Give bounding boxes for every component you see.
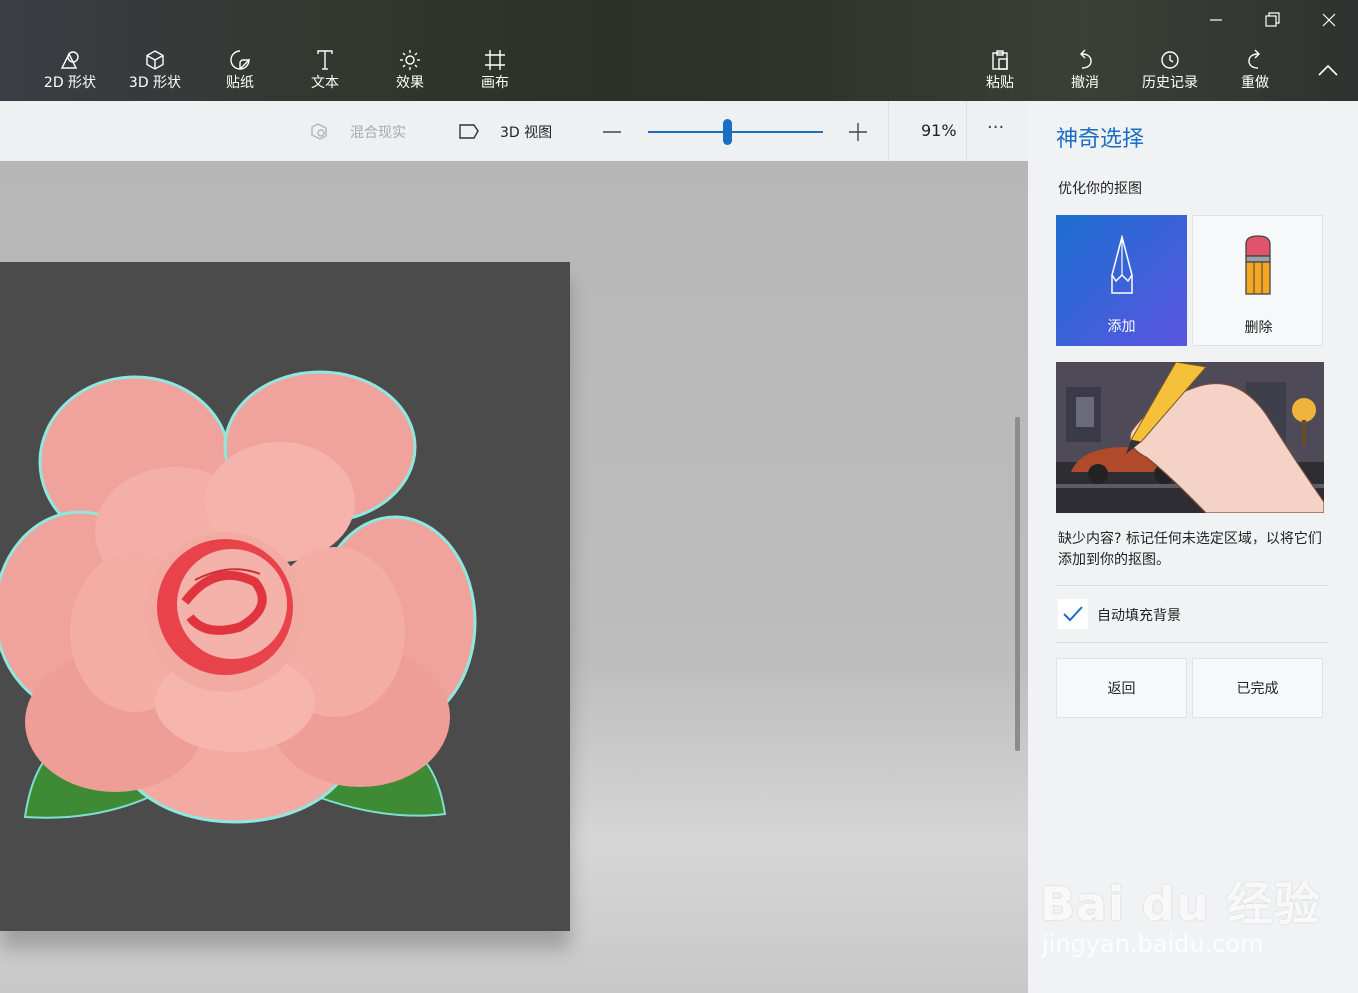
autofill-label: 自动填充背景 bbox=[1097, 608, 1181, 624]
tool-label: 画布 bbox=[481, 75, 509, 91]
zoom-level: 91% bbox=[921, 121, 957, 140]
minus-icon bbox=[603, 131, 621, 133]
tool-3d-shapes[interactable]: 3D 形状 bbox=[115, 48, 195, 96]
zoom-slider-track bbox=[648, 131, 823, 133]
divider bbox=[888, 101, 889, 161]
autofill-checkbox[interactable] bbox=[1058, 599, 1088, 629]
panel-title: 神奇选择 bbox=[1056, 127, 1145, 152]
add-label: 添加 bbox=[1107, 319, 1136, 335]
history-icon bbox=[1130, 48, 1210, 72]
divider bbox=[1056, 585, 1328, 586]
tool-label: 2D 形状 bbox=[43, 75, 97, 91]
redo-icon bbox=[1215, 48, 1295, 72]
paste-button[interactable]: 粘贴 bbox=[960, 48, 1040, 96]
add-button[interactable]: 添加 bbox=[1056, 215, 1187, 346]
plus-icon bbox=[849, 123, 867, 141]
tool-label: 贴纸 bbox=[226, 75, 254, 91]
back-button[interactable]: 返回 bbox=[1056, 658, 1187, 718]
done-button[interactable]: 已完成 bbox=[1192, 658, 1323, 718]
more-options-button[interactable]: ··· bbox=[987, 117, 1004, 138]
restore-icon bbox=[1265, 12, 1280, 27]
zoom-out-button[interactable] bbox=[600, 121, 624, 143]
mixed-reality-button[interactable]: 混合现实 bbox=[308, 119, 418, 145]
tool-label: 文本 bbox=[311, 75, 339, 91]
effects-icon bbox=[370, 48, 450, 72]
illustration-image bbox=[1056, 362, 1324, 513]
view-3d-label: 3D 视图 bbox=[500, 125, 553, 141]
remove-label: 删除 bbox=[1244, 320, 1273, 336]
redo-button[interactable]: 重做 bbox=[1215, 48, 1295, 96]
tool-canvas[interactable]: 画布 bbox=[455, 48, 535, 96]
vertical-scrollbar[interactable] bbox=[1015, 417, 1020, 751]
hand-drawing-illustration bbox=[1056, 362, 1324, 513]
pen-icon bbox=[1111, 235, 1133, 294]
minimize-icon bbox=[1210, 19, 1222, 21]
view-3d-button[interactable]: 3D 视图 bbox=[457, 119, 567, 145]
stickers-icon bbox=[200, 48, 280, 72]
tool-label: 历史记录 bbox=[1142, 75, 1198, 91]
watermark-url: jingyan.baidu.com bbox=[1042, 930, 1264, 958]
3d-shapes-icon bbox=[115, 48, 195, 72]
history-button[interactable]: 历史记录 bbox=[1130, 48, 1210, 96]
canvas-icon bbox=[455, 48, 535, 72]
tool-effects[interactable]: 效果 bbox=[370, 48, 450, 96]
tool-label: 3D 形状 bbox=[128, 75, 182, 91]
collapse-toolbar-button[interactable] bbox=[1314, 58, 1342, 82]
minimize-button[interactable] bbox=[1201, 8, 1231, 32]
paste-icon bbox=[960, 48, 1040, 72]
view-3d-icon bbox=[459, 124, 479, 139]
panel-subtitle: 优化你的抠图 bbox=[1058, 181, 1142, 197]
tool-label: 重做 bbox=[1241, 75, 1269, 91]
watermark-brand: Bai du 经验 bbox=[1040, 877, 1321, 931]
tool-2d-shapes[interactable]: 2D 形状 bbox=[30, 48, 110, 96]
panel-description: 缺少内容? 标记任何未选定区域，以将它们添加到你的抠图。 bbox=[1058, 531, 1322, 568]
tool-stickers[interactable]: 贴纸 bbox=[200, 48, 280, 96]
text-icon bbox=[285, 48, 365, 72]
zoom-slider[interactable] bbox=[648, 119, 823, 145]
eraser-icon bbox=[1245, 235, 1271, 295]
chevron-up-icon bbox=[1318, 64, 1338, 76]
tool-label: 效果 bbox=[396, 75, 424, 91]
close-icon bbox=[1322, 13, 1336, 27]
view-toolbar: 混合现实 3D 视图 91% ··· bbox=[0, 101, 1028, 161]
artboard[interactable] bbox=[0, 262, 570, 931]
remove-button[interactable]: 删除 bbox=[1192, 215, 1323, 346]
mixed-reality-icon bbox=[311, 123, 327, 140]
close-button[interactable] bbox=[1314, 8, 1344, 32]
top-toolbar: 2D 形状 3D 形状 贴纸 文本 效果 画布 粘贴 撤消 历史记录 重做 bbox=[0, 0, 1358, 101]
divider bbox=[966, 101, 967, 161]
undo-button[interactable]: 撤消 bbox=[1045, 48, 1125, 96]
mixed-reality-label: 混合现实 bbox=[350, 125, 406, 141]
restore-button[interactable] bbox=[1257, 8, 1287, 32]
zoom-slider-thumb[interactable] bbox=[723, 119, 732, 145]
tool-label: 撤消 bbox=[1071, 75, 1099, 91]
tool-label: 粘贴 bbox=[986, 75, 1014, 91]
2d-shapes-icon bbox=[30, 48, 110, 72]
zoom-in-button[interactable] bbox=[846, 121, 870, 143]
magic-select-panel: 神奇选择 优化你的抠图 添加 删除 缺少内容? 标记任何未选定区域，以将它们添加… bbox=[1028, 101, 1358, 993]
undo-icon bbox=[1045, 48, 1125, 72]
checkmark-icon bbox=[1063, 606, 1083, 622]
tool-text[interactable]: 文本 bbox=[285, 48, 365, 96]
rose-cushion-image bbox=[0, 370, 477, 824]
divider bbox=[1056, 642, 1328, 643]
